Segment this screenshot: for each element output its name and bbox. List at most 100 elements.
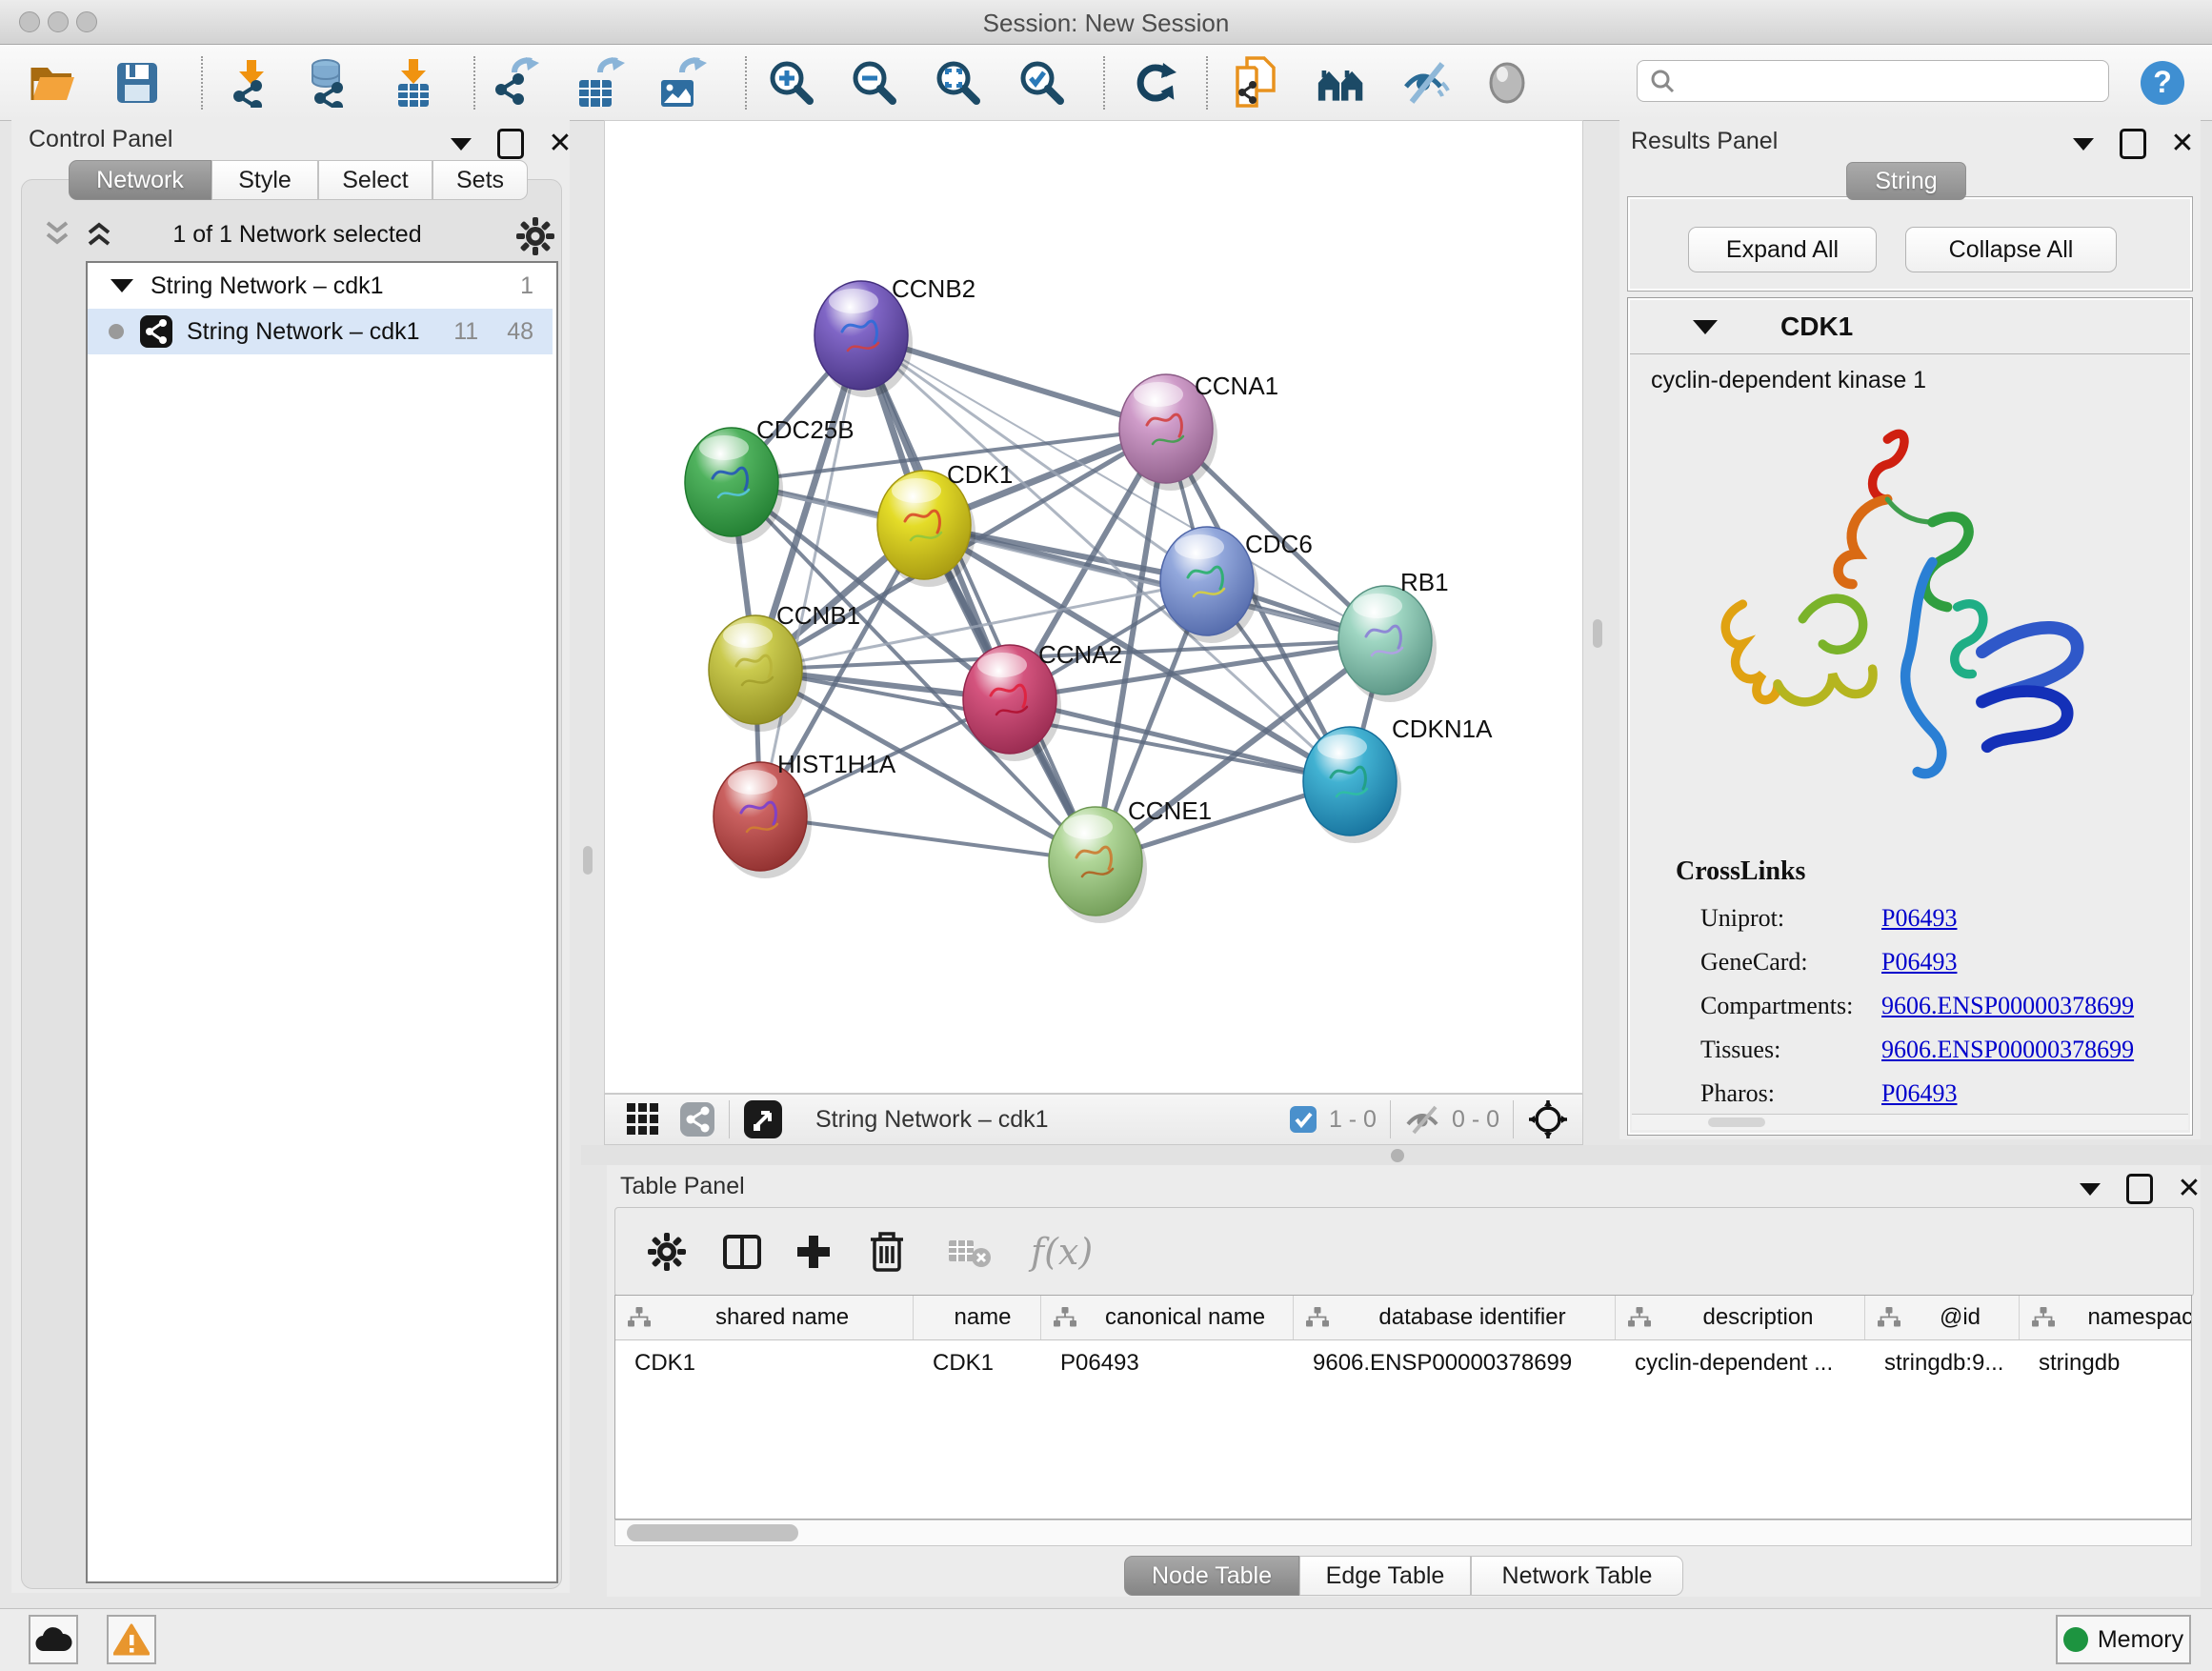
function-builder-icon[interactable]: f(x)	[1031, 1231, 1093, 1273]
panel-float-icon[interactable]	[494, 130, 527, 158]
shared-column-icon	[627, 1306, 652, 1329]
birds-eye-view-icon[interactable]	[743, 1099, 783, 1139]
table-cell[interactable]: cyclin-dependent ...	[1616, 1340, 1865, 1386]
graph-node-CDKN1A[interactable]	[1303, 727, 1397, 836]
crosslink-value-link[interactable]: P06493	[1881, 948, 1957, 992]
panel-float-icon[interactable]	[2117, 130, 2149, 158]
selected-checkbox-icon[interactable]	[1289, 1105, 1317, 1134]
tab-sets[interactable]: Sets	[432, 160, 528, 200]
left-splitter-handle[interactable]	[583, 846, 593, 875]
splitter-grip[interactable]	[1391, 1149, 1404, 1162]
show-columns-icon[interactable]	[722, 1232, 762, 1272]
export-network-icon[interactable]	[492, 58, 541, 108]
collection-expand-icon[interactable]	[111, 279, 133, 292]
table-cell[interactable]: stringdb	[2020, 1340, 2192, 1386]
grid-view-icon[interactable]	[626, 1102, 660, 1137]
panel-close-icon[interactable]: ✕	[2166, 130, 2199, 158]
table-cell[interactable]: 9606.ENSP00000378699	[1294, 1340, 1616, 1386]
panel-menu-chevron-icon[interactable]	[2074, 1175, 2106, 1203]
add-column-plus-icon[interactable]	[794, 1233, 833, 1271]
tab-select[interactable]: Select	[318, 160, 432, 200]
delete-column-trash-icon[interactable]	[867, 1230, 907, 1274]
panel-float-icon[interactable]	[2123, 1175, 2156, 1203]
column-header[interactable]: canonical name	[1041, 1296, 1294, 1339]
table-cell[interactable]: CDK1	[914, 1340, 1041, 1386]
graph-node-HIST1H1A[interactable]	[714, 762, 807, 871]
export-table-icon[interactable]	[575, 58, 625, 108]
import-table-file-icon[interactable]	[389, 58, 438, 108]
results-scrollbar-track[interactable]	[1632, 1114, 2188, 1130]
table-cell[interactable]: P06493	[1041, 1340, 1294, 1386]
collapse-all-networks-icon[interactable]	[40, 219, 74, 252]
crosslink-value-link[interactable]: 9606.ENSP00000378699	[1881, 992, 2134, 1036]
zoom-fit-icon[interactable]	[934, 58, 983, 108]
panel-menu-chevron-icon[interactable]	[445, 130, 477, 158]
results-scrollbar-thumb[interactable]	[1708, 1117, 1765, 1127]
results-panel: Results Panel ✕ String Expand All Collap…	[1619, 120, 2201, 1139]
tab-node-table[interactable]: Node Table	[1124, 1556, 1299, 1596]
help-icon[interactable]: ?	[2138, 58, 2187, 108]
network-row-selected[interactable]: String Network – cdk1 11 48	[88, 309, 553, 354]
tab-network[interactable]: Network	[69, 160, 211, 200]
right-splitter-handle[interactable]	[1593, 619, 1602, 648]
network-canvas[interactable]: CCNB2CCNA1CDC25BCDK1CDC6RB1CCNB1CCNA2CDK…	[604, 120, 1583, 1094]
table-hscrollbar[interactable]	[614, 1520, 2192, 1546]
expand-all-button[interactable]: Expand All	[1688, 227, 1877, 272]
application-window: Session: New Session	[0, 0, 2212, 1671]
table-data-row[interactable]: CDK1CDK1P064939606.ENSP00000378699cyclin…	[615, 1340, 2192, 1386]
table-options-gear-icon[interactable]	[646, 1231, 688, 1273]
refresh-icon[interactable]	[1132, 58, 1181, 108]
tab-style[interactable]: Style	[211, 160, 318, 200]
string-network-graph[interactable]: CCNB2CCNA1CDC25BCDK1CDC6RB1CCNB1CCNA2CDK…	[605, 121, 1582, 1093]
table-hscrollbar-thumb[interactable]	[627, 1524, 798, 1541]
panel-close-icon[interactable]: ✕	[544, 130, 576, 158]
graph-node-CDC6[interactable]	[1160, 527, 1254, 635]
fit-selected-crosshair-icon[interactable]	[1527, 1098, 1569, 1140]
crosslink-value-link[interactable]: P06493	[1881, 904, 1957, 948]
network-collection-row[interactable]: String Network – cdk1 1	[88, 263, 553, 309]
string-document-icon[interactable]	[1233, 58, 1282, 108]
gene-section-header[interactable]: CDK1	[1630, 300, 2190, 354]
expand-all-networks-icon[interactable]	[82, 219, 116, 252]
tab-edge-table[interactable]: Edge Table	[1299, 1556, 1471, 1596]
horizontal-splitter[interactable]	[581, 1145, 2212, 1165]
save-session-icon[interactable]	[112, 58, 162, 108]
collapse-all-button[interactable]: Collapse All	[1905, 227, 2117, 272]
column-header[interactable]: database identifier	[1294, 1296, 1616, 1339]
eye-gray-icon[interactable]	[1482, 58, 1532, 108]
graph-node-RB1[interactable]	[1338, 586, 1432, 695]
network-options-gear-icon[interactable]	[514, 215, 556, 257]
string-view-icon[interactable]	[679, 1101, 715, 1137]
column-header[interactable]: name	[914, 1296, 1041, 1339]
warning-button[interactable]	[107, 1615, 156, 1664]
panel-menu-chevron-icon[interactable]	[2067, 130, 2100, 158]
export-image-icon[interactable]	[657, 58, 707, 108]
memory-button[interactable]: Memory	[2056, 1615, 2191, 1664]
graph-node-CCNB1[interactable]	[709, 615, 802, 724]
column-header[interactable]: namespace	[2020, 1296, 2192, 1339]
search-input[interactable]	[1676, 67, 2080, 95]
node-table[interactable]: shared namenamecanonical namedatabase id…	[614, 1295, 2192, 1520]
graph-node-CDC25B[interactable]	[685, 428, 778, 536]
zoom-out-icon[interactable]	[850, 58, 899, 108]
import-network-database-icon[interactable]	[305, 58, 354, 108]
tab-string[interactable]: String	[1846, 162, 1966, 200]
column-header[interactable]: @id	[1865, 1296, 2020, 1339]
import-network-file-icon[interactable]	[227, 58, 276, 108]
home-houses-icon[interactable]	[1317, 58, 1366, 108]
panel-close-icon[interactable]: ✕	[2173, 1175, 2205, 1203]
crosslink-value-link[interactable]: 9606.ENSP00000378699	[1881, 1036, 2134, 1079]
tab-network-table[interactable]: Network Table	[1471, 1556, 1683, 1596]
results-panel-title: Results Panel	[1631, 128, 1778, 155]
table-cell[interactable]: stringdb:9...	[1865, 1340, 2020, 1386]
delete-table-icon[interactable]	[947, 1235, 993, 1269]
gene-collapse-icon[interactable]	[1693, 320, 1718, 334]
zoom-selected-icon[interactable]	[1017, 58, 1067, 108]
hide-eye-slash-icon[interactable]	[1400, 58, 1450, 108]
cloud-button[interactable]	[29, 1615, 78, 1664]
zoom-in-icon[interactable]	[767, 58, 816, 108]
column-header[interactable]: shared name	[615, 1296, 914, 1339]
open-session-icon[interactable]	[29, 58, 78, 108]
column-header[interactable]: description	[1616, 1296, 1865, 1339]
table-cell[interactable]: CDK1	[615, 1340, 914, 1386]
